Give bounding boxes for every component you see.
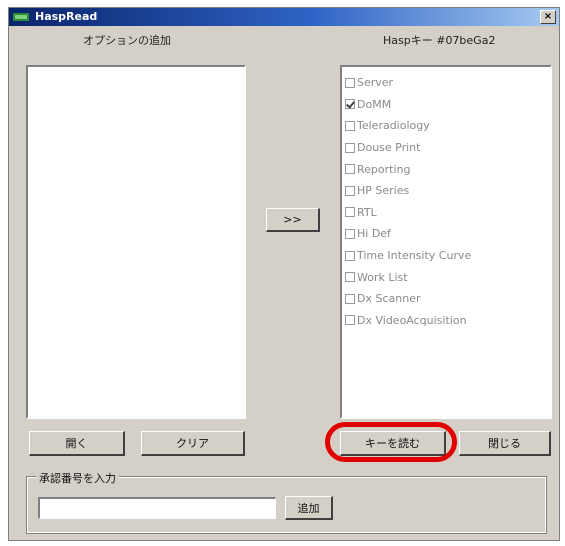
hasp-key-label: Haspキー #07beGa2 [383,34,496,47]
open-button[interactable]: 開く [29,431,125,456]
list-item-label: Work List [357,270,408,284]
checkbox-checked[interactable] [345,99,355,110]
list-item-label: DoMM [357,97,392,111]
checkbox[interactable] [345,77,355,88]
list-item[interactable]: Reporting [345,158,550,180]
list-item[interactable]: Douse Print [345,137,550,159]
title-bar[interactable]: HaspRead × [9,8,559,26]
list-item-label: Douse Print [357,141,421,155]
transfer-button-label: >> [283,213,302,226]
add-button-label: 追加 [297,501,320,515]
list-item-label: Time Intensity Curve [357,249,472,263]
hasp-app-icon [13,13,29,21]
list-item-label: Teleradiology [357,119,430,133]
checkbox[interactable] [345,142,355,153]
window-title: HaspRead [35,10,98,23]
list-item[interactable]: Dx VideoAcquisition [345,310,550,332]
list-item-label: Dx Scanner [357,292,421,306]
hasp-options-list[interactable]: Server DoMM Teleradiology Douse Print Report… [340,65,552,419]
checkbox[interactable] [345,164,355,175]
add-button[interactable]: 追加 [285,496,333,520]
checkbox[interactable] [345,293,355,304]
list-item[interactable]: Server [345,72,550,94]
close-button[interactable]: 閉じる [459,431,551,456]
available-options-list[interactable] [26,65,246,419]
list-item-label: RTL [357,205,377,219]
checkbox[interactable] [345,272,355,283]
clear-button-label: クリア [176,437,209,450]
checkbox[interactable] [345,207,355,218]
auth-number-group: 承認番号を入力 追加 [26,470,547,534]
hasp-read-dialog: HaspRead × オプションの追加 >> Haspキー #07beGa2 S… [8,7,560,541]
auth-number-legend: 承認番号を入力 [36,470,119,486]
list-item[interactable]: HP Series [345,180,550,202]
transfer-button[interactable]: >> [266,208,320,232]
read-key-button[interactable]: キーを読む [340,431,446,456]
list-item-label: Server [357,76,394,90]
list-item[interactable]: DoMM [345,94,550,116]
list-item[interactable]: Work List [345,266,550,288]
read-key-button-label: キーを読む [365,437,420,450]
open-button-label: 開く [65,437,88,450]
list-item-label: Reporting [357,162,411,176]
checkbox[interactable] [345,315,355,326]
list-item-label: Dx VideoAcquisition [357,313,467,327]
checkbox[interactable] [345,185,355,196]
list-item-label: Hi Def [357,227,391,241]
checkbox[interactable] [345,228,355,239]
list-item[interactable]: Teleradiology [345,115,550,137]
option-add-label: オプションの追加 [83,34,171,47]
checkbox[interactable] [345,120,355,131]
clear-button[interactable]: クリア [141,431,245,456]
list-item[interactable]: RTL [345,202,550,224]
close-icon[interactable]: × [540,10,556,24]
list-item[interactable]: Dx Scanner [345,288,550,310]
list-item[interactable]: Hi Def [345,223,550,245]
list-item[interactable]: Time Intensity Curve [345,245,550,267]
close-button-label: 閉じる [488,437,521,450]
checkbox[interactable] [345,250,355,261]
auth-number-input[interactable] [38,497,276,519]
list-item-label: HP Series [357,184,410,198]
